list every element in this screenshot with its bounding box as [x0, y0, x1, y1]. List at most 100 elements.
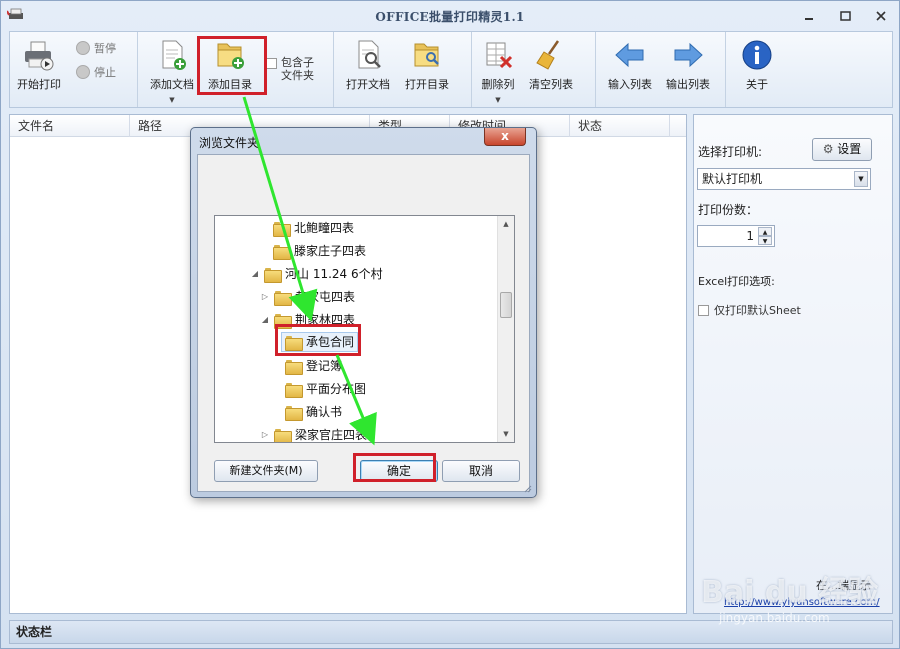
tree-scrollbar[interactable]: ▲ ▼: [497, 216, 514, 442]
start-print-label: 开始打印: [17, 78, 61, 91]
import-list-button[interactable]: 输入列表: [606, 38, 654, 92]
dialog-close-button[interactable]: x: [484, 128, 526, 146]
import-list-label: 输入列表: [608, 78, 652, 91]
resize-grip-icon[interactable]: [522, 483, 532, 493]
delete-column-button[interactable]: 删除列 ▼: [477, 38, 519, 104]
tree-node-label: 河山 11.24 6个村: [285, 267, 383, 281]
maximize-button[interactable]: [835, 7, 855, 25]
delete-column-label: 删除列: [481, 78, 515, 91]
printer-select[interactable]: 默认打印机 ▼: [697, 168, 871, 190]
tree-node[interactable]: 登记簿: [285, 356, 342, 376]
settings-panel: 选择打印机: ⚙ 设置 默认打印机 ▼ 打印份数： 1 ▲ ▼ Excel打印选…: [693, 114, 893, 614]
minimize-button[interactable]: [799, 7, 819, 25]
scroll-thumb[interactable]: [500, 292, 512, 318]
printer-settings-button[interactable]: ⚙ 设置: [812, 138, 872, 161]
cancel-button[interactable]: 取消: [442, 460, 520, 482]
tree-node[interactable]: 北鲍疃四表: [273, 218, 354, 238]
column-status[interactable]: 状态: [570, 115, 670, 137]
tree-node-label: 北鲍疃四表: [294, 221, 355, 235]
pause-button[interactable]: 暂停: [76, 40, 116, 56]
collapse-icon[interactable]: ◢: [251, 264, 259, 284]
export-list-label: 输出列表: [666, 78, 710, 91]
only-default-sheet-checkbox[interactable]: 仅打印默认Sheet: [698, 302, 801, 318]
tree-node[interactable]: ◢ 河山 11.24 6个村: [251, 264, 383, 284]
app-logo-icon: [7, 8, 23, 19]
app-window: OFFICE批量打印精灵1.1 开始打印 暂停 停止 添加文档 ▼ 添加目录 包…: [0, 0, 900, 649]
gear-icon: ⚙: [822, 142, 834, 156]
folder-icon: [274, 290, 292, 306]
close-button[interactable]: [871, 7, 891, 25]
chevron-down-icon: ▼: [854, 171, 868, 187]
open-document-icon: [358, 40, 381, 69]
tree-node[interactable]: 滕家庄子四表: [273, 241, 366, 261]
add-document-label: 添加文档: [150, 78, 194, 91]
browse-folder-dialog: 浏览文件夹 x 北鲍疃四表 滕家庄子四表 ◢ 河山 11.24 6个村 ▷ 黄家…: [190, 127, 537, 498]
add-document-icon: [162, 40, 186, 70]
folder-icon: [273, 244, 291, 260]
clear-list-button[interactable]: 清空列表: [526, 38, 576, 92]
broom-icon: [536, 40, 560, 70]
printer-icon: [25, 41, 54, 71]
cancel-label: 取消: [468, 464, 493, 478]
tree-node[interactable]: 确认书: [285, 402, 342, 422]
only-default-sheet-label: 仅打印默认Sheet: [714, 304, 801, 317]
tree-node[interactable]: ▷ 黄家屯四表: [261, 287, 355, 307]
arrow-right-icon: [674, 42, 703, 68]
stepper-down-icon[interactable]: ▼: [758, 236, 772, 245]
folder-icon: [274, 428, 292, 442]
window-title: OFFICE批量打印精灵1.1: [375, 9, 525, 24]
open-directory-button[interactable]: 打开目录: [403, 38, 451, 92]
stop-button[interactable]: 停止: [76, 64, 116, 80]
tree-node[interactable]: 平面分布图: [285, 379, 366, 399]
new-folder-button[interactable]: 新建文件夹(M): [214, 460, 318, 482]
stop-icon: [76, 65, 90, 79]
start-print-button[interactable]: 开始打印: [16, 38, 62, 92]
copies-value: 1: [746, 229, 754, 243]
tree-node-label: 滕家庄子四表: [294, 244, 367, 258]
title-bar: OFFICE批量打印精灵1.1: [1, 1, 899, 31]
tree-node-label: 承包合同: [306, 335, 355, 349]
stepper-up-icon[interactable]: ▲: [758, 227, 772, 236]
pause-icon: [76, 41, 90, 55]
delete-column-icon: [486, 42, 513, 69]
chevron-down-icon: ▼: [169, 96, 175, 104]
folder-icon: [285, 382, 303, 398]
add-folder-icon: [217, 43, 244, 69]
export-list-button[interactable]: 输出列表: [664, 38, 712, 92]
tree-node-label: 荆家林四表: [295, 313, 356, 327]
folder-icon: [274, 313, 292, 329]
pause-label: 暂停: [94, 42, 116, 55]
tree-node-label: 登记簿: [306, 359, 343, 373]
info-icon: [742, 40, 772, 70]
printer-value: 默认打印机: [702, 172, 763, 186]
folder-icon: [285, 405, 303, 421]
expand-icon[interactable]: ▷: [261, 287, 269, 307]
arrow-left-icon: [615, 42, 644, 68]
close-icon: [876, 11, 886, 21]
open-document-button[interactable]: 打开文档: [344, 38, 392, 92]
tree-node-selected[interactable]: 承包合同: [281, 332, 359, 352]
column-filename[interactable]: 文件名: [10, 115, 130, 137]
add-directory-button[interactable]: 添加目录: [206, 38, 254, 92]
close-icon: x: [501, 129, 509, 143]
tree-node[interactable]: ▷ 梁家官庄四表: [261, 425, 367, 442]
folder-tree[interactable]: 北鲍疃四表 滕家庄子四表 ◢ 河山 11.24 6个村 ▷ 黄家屯四表 ◢ 荆家…: [214, 215, 515, 443]
include-subfolders-checkbox[interactable]: 包含子 文件夹: [266, 56, 314, 82]
excel-options-label: Excel打印选项:: [698, 275, 775, 288]
copies-stepper[interactable]: 1 ▲ ▼: [697, 225, 775, 247]
scroll-down-icon[interactable]: ▼: [498, 426, 514, 442]
settings-label: 设置: [837, 142, 862, 156]
open-directory-label: 打开目录: [405, 78, 449, 91]
about-button[interactable]: 关于: [736, 38, 778, 92]
collapse-icon[interactable]: ◢: [261, 310, 269, 330]
about-label: 关于: [746, 78, 768, 91]
folder-icon: [273, 221, 291, 237]
scroll-up-icon[interactable]: ▲: [498, 216, 514, 232]
maximize-icon: [839, 11, 851, 21]
tree-node[interactable]: ◢ 荆家林四表: [261, 310, 355, 330]
status-bar-label: 状态栏: [16, 625, 53, 639]
expand-icon[interactable]: ▷: [261, 425, 269, 442]
minimize-icon: [805, 18, 813, 20]
add-document-button[interactable]: 添加文档 ▼: [148, 38, 196, 104]
ok-button[interactable]: 确定: [360, 460, 438, 482]
